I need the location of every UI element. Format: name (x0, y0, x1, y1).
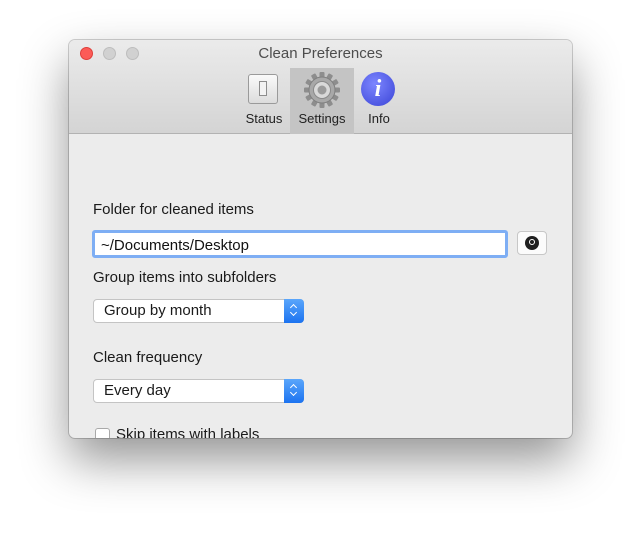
frequency-select[interactable]: Every day (93, 379, 304, 403)
frequency-select-value: Every day (104, 382, 171, 399)
skip-labels-label[interactable]: Skip items with labels (116, 426, 259, 438)
gear-icon (302, 70, 342, 110)
group-select[interactable]: Group by month (93, 299, 304, 323)
skip-labels-checkbox[interactable] (95, 428, 110, 438)
select-stepper-icon (284, 299, 304, 323)
frequency-label: Clean frequency (93, 349, 203, 366)
preferences-window: Clean Preferences Status Settings i Info… (69, 40, 572, 438)
toolbar-item-label: Settings (298, 111, 346, 126)
toolbar-item-label: Info (368, 111, 390, 126)
title-bar: Clean Preferences Status Settings i Info (69, 40, 572, 134)
toolbar-item-info[interactable]: i Info (356, 68, 402, 134)
browse-folder-button[interactable] (517, 231, 547, 255)
folder-label: Folder for cleaned items (93, 201, 254, 218)
toolbar-item-label: Status (245, 111, 283, 126)
magnifier-icon (525, 236, 539, 250)
settings-pane: Folder for cleaned items Group items int… (69, 134, 572, 438)
toolbar-item-status[interactable]: Status (240, 68, 288, 134)
switch-icon (244, 70, 284, 110)
window-title: Clean Preferences (258, 45, 383, 62)
folder-path-field[interactable] (92, 230, 508, 258)
group-label: Group items into subfolders (93, 269, 277, 286)
select-stepper-icon (284, 379, 304, 403)
group-select-value: Group by month (104, 302, 212, 319)
screen: Clean Preferences Status Settings i Info… (0, 0, 640, 536)
info-icon: i (359, 70, 399, 110)
toolbar-item-settings[interactable]: Settings (290, 68, 354, 134)
